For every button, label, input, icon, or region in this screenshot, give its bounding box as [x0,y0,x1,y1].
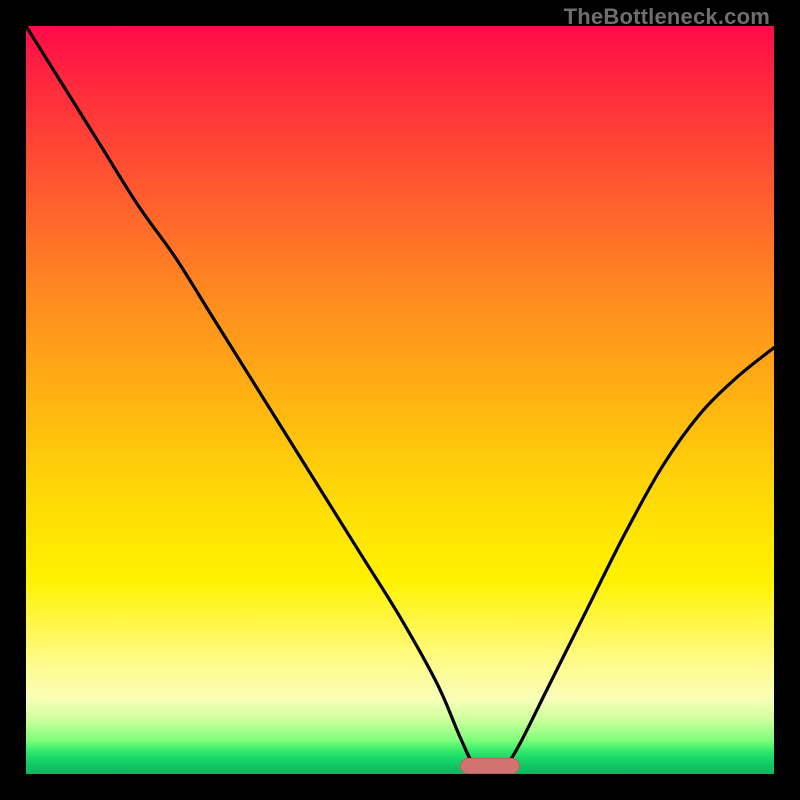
chart-line-layer [26,26,774,774]
watermark-text: TheBottleneck.com [564,4,770,30]
chart-frame: TheBottleneck.com [0,0,800,800]
optimal-range-marker [460,758,520,774]
bottleneck-curve [26,26,774,774]
